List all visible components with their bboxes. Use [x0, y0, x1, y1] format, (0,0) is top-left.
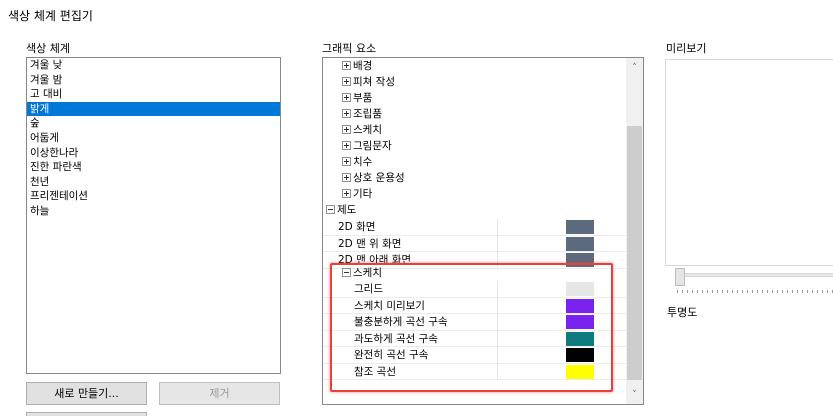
tree-group-other[interactable]: 기타	[342, 186, 372, 202]
scheme-label: 색상 체계	[26, 42, 70, 55]
tree-group-label: 부품	[353, 92, 373, 104]
plus-box-icon[interactable]	[342, 156, 351, 166]
tree-group-pictogram[interactable]: 그림문자	[342, 138, 392, 154]
scheme-list[interactable]: 겨울 낮 겨울 밤 고 대비 밝게 숲 어둡게 이상한나라 진한 파란색 천년 …	[26, 57, 281, 374]
graphic-elements-label: 그래픽 요소	[322, 42, 377, 55]
scheme-item[interactable]: 이상한나라	[27, 146, 280, 161]
tree-group-label: 제도	[337, 204, 357, 216]
slider-ticks	[677, 290, 833, 293]
tree-group-part[interactable]: 부품	[342, 90, 372, 106]
annotation-highlight	[330, 263, 613, 392]
plus-box-icon[interactable]	[342, 172, 351, 182]
scheme-item[interactable]: 어둡게	[27, 131, 280, 146]
scheme-item[interactable]: 하늘	[27, 204, 280, 219]
color-row[interactable]: 2D 화면	[323, 219, 628, 236]
minus-box-icon[interactable]	[326, 204, 335, 214]
tree-group-label: 그림문자	[353, 140, 392, 152]
vertical-scrollbar[interactable]: ˄ ˅	[626, 58, 643, 404]
tree-group-label: 배경	[353, 60, 373, 72]
transparency-slider-thumb[interactable]	[675, 268, 685, 286]
tree-group-dimension[interactable]: 치수	[342, 154, 372, 170]
scheme-item[interactable]: 고 대비	[27, 87, 280, 102]
tree-group-assembly[interactable]: 조립품	[342, 106, 382, 122]
plus-box-icon[interactable]	[342, 188, 351, 198]
preview-label: 미리보기	[666, 42, 707, 55]
tree-group-sketch[interactable]: 스케치	[342, 122, 382, 138]
scheme-item[interactable]: 진한 파란색	[27, 160, 280, 175]
plus-box-icon[interactable]	[342, 60, 351, 70]
preview-panel	[665, 59, 833, 266]
partial-button[interactable]	[26, 412, 147, 416]
color-swatch[interactable]	[566, 236, 594, 251]
tree-group-interop[interactable]: 상호 운용성	[342, 170, 405, 186]
transparency-label: 투명도	[667, 306, 698, 319]
scheme-item[interactable]: 프리젠테이션	[27, 189, 280, 204]
chevron-up-icon[interactable]: ˄	[626, 60, 643, 77]
tree-group-label: 피쳐 작성	[353, 76, 395, 88]
color-row[interactable]: 2D 맨 위 화면	[323, 235, 628, 252]
scheme-item[interactable]: 숲	[27, 116, 280, 131]
scrollbar-thumb[interactable]	[627, 126, 642, 380]
tree-group-label: 기타	[353, 188, 373, 200]
scheme-item-selected[interactable]: 밝게	[27, 101, 280, 117]
dialog-title: 색상 체계 편집기	[8, 9, 93, 23]
column-divider	[497, 219, 498, 236]
tree-group-label: 조립품	[353, 108, 382, 120]
remove-scheme-button[interactable]: 제거	[159, 382, 280, 405]
chevron-down-icon[interactable]: ˅	[626, 387, 643, 404]
color-row-label: 2D 맨 위 화면	[338, 237, 402, 250]
plus-box-icon[interactable]	[342, 76, 351, 86]
tree-group-drawing[interactable]: 제도	[326, 202, 356, 218]
transparency-slider-track[interactable]	[677, 273, 833, 277]
tree-group-background[interactable]: 배경	[342, 58, 372, 74]
scheme-item[interactable]: 천년	[27, 175, 280, 190]
tree-group-label: 상호 운용성	[353, 172, 405, 184]
plus-box-icon[interactable]	[342, 140, 351, 150]
tree-group-feature[interactable]: 피쳐 작성	[342, 74, 395, 90]
new-scheme-button[interactable]: 새로 만들기...	[26, 382, 147, 405]
column-divider	[497, 235, 498, 252]
scheme-item[interactable]: 겨울 낮	[27, 58, 280, 73]
color-row-label: 2D 화면	[338, 221, 376, 233]
tree-group-label: 치수	[353, 156, 373, 168]
plus-box-icon[interactable]	[342, 92, 351, 102]
plus-box-icon[interactable]	[342, 108, 351, 118]
tree-group-label: 스케치	[353, 124, 382, 136]
plus-box-icon[interactable]	[342, 124, 351, 134]
scheme-item[interactable]: 겨울 밤	[27, 73, 280, 88]
color-swatch[interactable]	[566, 220, 594, 234]
